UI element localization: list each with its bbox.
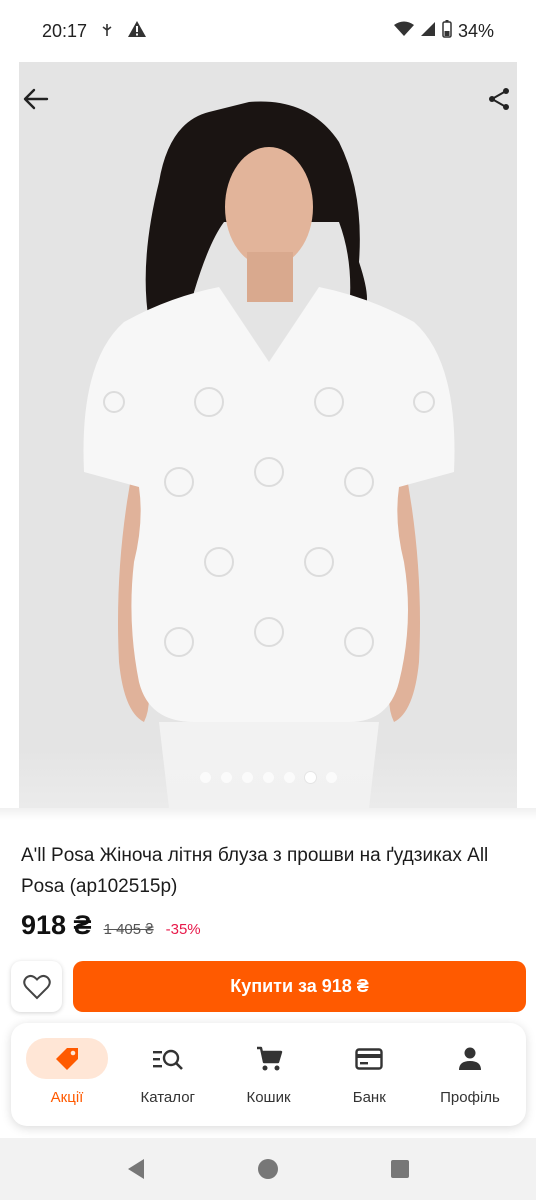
product-photo (19, 62, 517, 808)
pagination-dot[interactable] (241, 772, 253, 783)
circle-home-icon (258, 1159, 278, 1179)
wifi-icon (393, 21, 414, 42)
tab-label: Кошик (246, 1089, 291, 1106)
pagination-dot[interactable] (220, 772, 232, 783)
tab-cart[interactable]: Кошик (223, 1023, 315, 1126)
nav-back-button[interactable] (116, 1149, 156, 1189)
tab-icon-wrap (228, 1038, 310, 1079)
tab-promotions[interactable]: Акції (21, 1023, 113, 1126)
tab-label: Профіль (440, 1089, 500, 1106)
gallery-shadow (0, 808, 536, 820)
pagination-dot-active[interactable] (304, 772, 316, 783)
tab-label: Акції (50, 1089, 84, 1106)
cart-icon (256, 1046, 282, 1070)
buy-button[interactable]: Купити за 918 ₴ (73, 961, 526, 1012)
pagination-dot[interactable] (283, 772, 295, 783)
pagination-dot[interactable] (325, 772, 337, 783)
signal-icon (420, 21, 436, 42)
status-bar: 20:17 34% (0, 0, 536, 62)
gallery-pagination (0, 772, 536, 783)
favorite-button[interactable] (11, 961, 62, 1012)
arrow-left-icon (23, 88, 49, 110)
share-icon (489, 88, 509, 110)
nav-home-button[interactable] (248, 1149, 288, 1189)
catalog-search-icon (152, 1049, 183, 1070)
tab-catalog[interactable]: Каталог (122, 1023, 214, 1126)
product-title: A'll Posa Жіноча літня блуза з прошви на… (21, 845, 489, 897)
tag-icon (56, 1047, 78, 1070)
pagination-dot[interactable] (262, 772, 274, 783)
tab-icon-wrap (328, 1038, 410, 1079)
warning-icon (127, 20, 147, 43)
status-time: 20:17 (42, 20, 88, 41)
battery-icon (442, 19, 452, 43)
bottom-tab-bar: Акції Каталог Кошик Банк Профіль (11, 1023, 526, 1126)
tab-profile[interactable]: Профіль (424, 1023, 516, 1126)
share-button[interactable] (479, 79, 519, 119)
tab-icon-wrap (26, 1038, 108, 1079)
square-recents-icon (391, 1160, 409, 1178)
usb-icon (101, 21, 113, 42)
product-image-gallery[interactable] (19, 62, 517, 808)
pagination-dot[interactable] (199, 772, 211, 783)
person-icon (459, 1047, 481, 1070)
battery-percent: 34% (457, 20, 494, 41)
back-button[interactable] (16, 79, 56, 119)
current-price: 918 ₴ (21, 910, 92, 940)
tab-label: Каталог (140, 1089, 196, 1106)
card-icon (355, 1047, 383, 1070)
tab-label: Банк (352, 1089, 386, 1106)
old-price: 1 405 ₴ (103, 921, 154, 938)
system-navigation-bar (0, 1138, 536, 1200)
discount-badge: -35% (165, 921, 201, 938)
tab-icon-wrap (127, 1038, 209, 1079)
nav-recents-button[interactable] (380, 1149, 420, 1189)
tab-bank[interactable]: Банк (323, 1023, 415, 1126)
tab-icon-wrap (429, 1038, 511, 1079)
price-row: 918 ₴ 1 405 ₴ -35% (21, 910, 201, 941)
triangle-back-icon (128, 1159, 144, 1179)
heart-icon (22, 974, 51, 999)
